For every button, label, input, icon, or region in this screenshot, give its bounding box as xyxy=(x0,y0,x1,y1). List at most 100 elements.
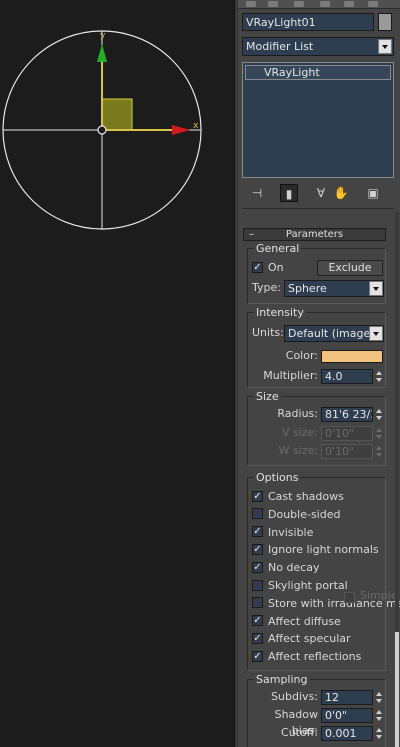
wsize-spinner-icon xyxy=(376,444,383,459)
y-axis-label: y xyxy=(100,31,106,41)
wsize-input: 0'10" xyxy=(321,444,373,459)
radius-spinner-icon[interactable] xyxy=(376,407,383,422)
option-checkbox[interactable]: ✓ Invisible xyxy=(252,525,313,541)
simple-checkbox xyxy=(344,592,355,603)
units-label: Units: xyxy=(252,326,284,339)
multiplier-label: Multiplier: xyxy=(263,369,318,382)
units-value: Default (image) xyxy=(288,327,375,340)
units-dropdown[interactable]: Default (image) xyxy=(284,325,384,342)
object-name-input[interactable]: VRayLight01 xyxy=(242,13,374,31)
general-group: General ✓ On Exclude Type: Sphere xyxy=(247,242,386,304)
simple-label: Simple xyxy=(360,589,398,602)
size-group: Size Radius: 81'6 23/3 V size: 0'10" W s… xyxy=(247,390,386,466)
parameters-scroll-area[interactable]: – Parameters General ✓ On Exclude Type: S… xyxy=(238,212,400,747)
vsize-spinner-icon xyxy=(376,426,383,441)
cutoff-input[interactable]: 0.001 xyxy=(321,726,373,741)
option-check[interactable]: ✓ xyxy=(252,650,263,662)
option-checkbox[interactable]: ✓ No decay xyxy=(252,560,320,576)
modifier-list-dropdown[interactable]: Modifier List xyxy=(242,37,394,56)
option-check[interactable]: ✓ xyxy=(252,561,263,573)
parameters-rollout-header[interactable]: – Parameters xyxy=(243,228,386,241)
cutoff-label: Cutoff: xyxy=(281,726,318,739)
radius-input[interactable]: 81'6 23/3 xyxy=(321,407,373,422)
utilities-tab-icon[interactable] xyxy=(368,1,378,7)
option-check[interactable]: ✓ xyxy=(252,526,263,538)
light-gizmo: x y xyxy=(2,30,202,230)
type-label: Type: xyxy=(252,281,281,294)
option-check[interactable] xyxy=(252,579,263,591)
command-panel: VRayLight01 Modifier List VRayLight ⊣ ▮ … xyxy=(238,0,400,747)
configure-modifier-sets-icon[interactable]: ▣ xyxy=(364,184,382,202)
option-checkbox[interactable]: ✓ Ignore light normals xyxy=(252,542,379,558)
chevron-down-icon[interactable] xyxy=(369,326,383,341)
motion-tab-icon[interactable] xyxy=(320,1,330,7)
option-check[interactable]: ✓ xyxy=(252,615,263,627)
option-check[interactable]: ✓ xyxy=(252,490,263,502)
option-checkbox[interactable]: Skylight portal xyxy=(252,578,348,594)
type-dropdown[interactable]: Sphere xyxy=(284,280,384,297)
option-checkbox[interactable]: Double-sided xyxy=(252,507,340,523)
sampling-group: Sampling Subdivs: 12 Shadow bias: 0'0" C… xyxy=(247,673,386,747)
vsize-input: 0'10" xyxy=(321,426,373,441)
x-axis-arrow-icon[interactable] xyxy=(172,125,190,135)
type-value: Sphere xyxy=(288,282,327,295)
multiplier-spinner-icon[interactable] xyxy=(376,369,383,384)
intensity-group: Intensity Units: Default (image) Color: … xyxy=(247,306,386,388)
multiplier-input[interactable]: 4.0 xyxy=(321,369,373,384)
pin-stack-icon[interactable]: ⊣ xyxy=(248,184,266,202)
option-checkbox[interactable]: ✓ Cast shadows xyxy=(252,489,344,505)
shadow-bias-spinner-icon[interactable] xyxy=(376,708,383,723)
option-label: Double-sided xyxy=(268,507,341,521)
options-group: Options ✓ Cast shadows Double-sided ✓ Invisi… xyxy=(247,471,400,671)
modifier-list-label: Modifier List xyxy=(246,40,314,53)
modifier-stack[interactable]: VRayLight xyxy=(242,62,394,178)
option-label: Affect diffuse xyxy=(268,614,341,628)
scrollbar-thumb[interactable] xyxy=(395,632,399,747)
shadow-bias-label: Shadow bias: xyxy=(274,708,318,737)
option-checkbox[interactable]: ✓ Affect specular xyxy=(252,631,351,647)
option-label: Affect reflections xyxy=(268,650,362,664)
options-title: Options xyxy=(254,471,301,484)
gizmo-center[interactable] xyxy=(97,125,107,135)
modify-tab-icon[interactable] xyxy=(268,1,278,7)
chevron-down-icon[interactable] xyxy=(369,281,383,296)
option-check[interactable] xyxy=(252,508,263,520)
vsize-label: V size: xyxy=(281,426,318,439)
shadow-bias-input[interactable]: 0'0" xyxy=(321,708,373,723)
cutoff-spinner-icon[interactable] xyxy=(376,726,383,741)
object-color-swatch[interactable] xyxy=(378,13,392,31)
sampling-title: Sampling xyxy=(254,673,310,686)
option-check[interactable]: ✓ xyxy=(252,543,263,555)
light-color-swatch[interactable] xyxy=(321,350,383,363)
subdivs-spinner-icon[interactable] xyxy=(376,690,383,705)
exclude-button[interactable]: Exclude xyxy=(317,260,383,276)
hierarchy-tab-icon[interactable] xyxy=(294,1,304,7)
on-check[interactable]: ✓ xyxy=(252,261,263,273)
color-label: Color: xyxy=(285,349,318,362)
subdivs-input[interactable]: 12 xyxy=(321,690,373,705)
option-label: Invisible xyxy=(268,525,314,539)
option-checkbox[interactable]: ✓ Affect reflections xyxy=(252,649,361,665)
toolbar-separator xyxy=(242,208,394,209)
option-check[interactable] xyxy=(252,597,263,609)
viewport[interactable]: x y xyxy=(0,0,234,747)
option-check[interactable]: ✓ xyxy=(252,632,263,644)
create-tab-icon[interactable] xyxy=(246,1,256,7)
panel-tabs xyxy=(238,0,400,9)
stack-item-vraylight[interactable]: VRayLight xyxy=(245,65,391,80)
show-end-result-icon[interactable]: ▮ xyxy=(280,184,298,202)
option-checkbox[interactable]: ✓ Affect diffuse xyxy=(252,614,341,630)
size-title: Size xyxy=(254,390,281,403)
wsize-label: W size: xyxy=(278,444,318,457)
remove-modifier-icon[interactable]: ✋ xyxy=(332,184,350,202)
make-unique-icon[interactable]: ∀ xyxy=(312,184,330,202)
option-label: Skylight portal xyxy=(268,579,348,592)
on-label: On xyxy=(268,261,284,274)
on-checkbox[interactable]: ✓ On xyxy=(252,260,284,276)
option-label: Cast shadows xyxy=(268,490,344,503)
display-tab-icon[interactable] xyxy=(344,1,354,7)
chevron-down-icon[interactable] xyxy=(378,39,392,54)
xy-plane-handle[interactable] xyxy=(101,98,133,131)
y-axis-arrow-icon[interactable] xyxy=(97,44,107,62)
option-label: Affect specular xyxy=(268,632,351,646)
